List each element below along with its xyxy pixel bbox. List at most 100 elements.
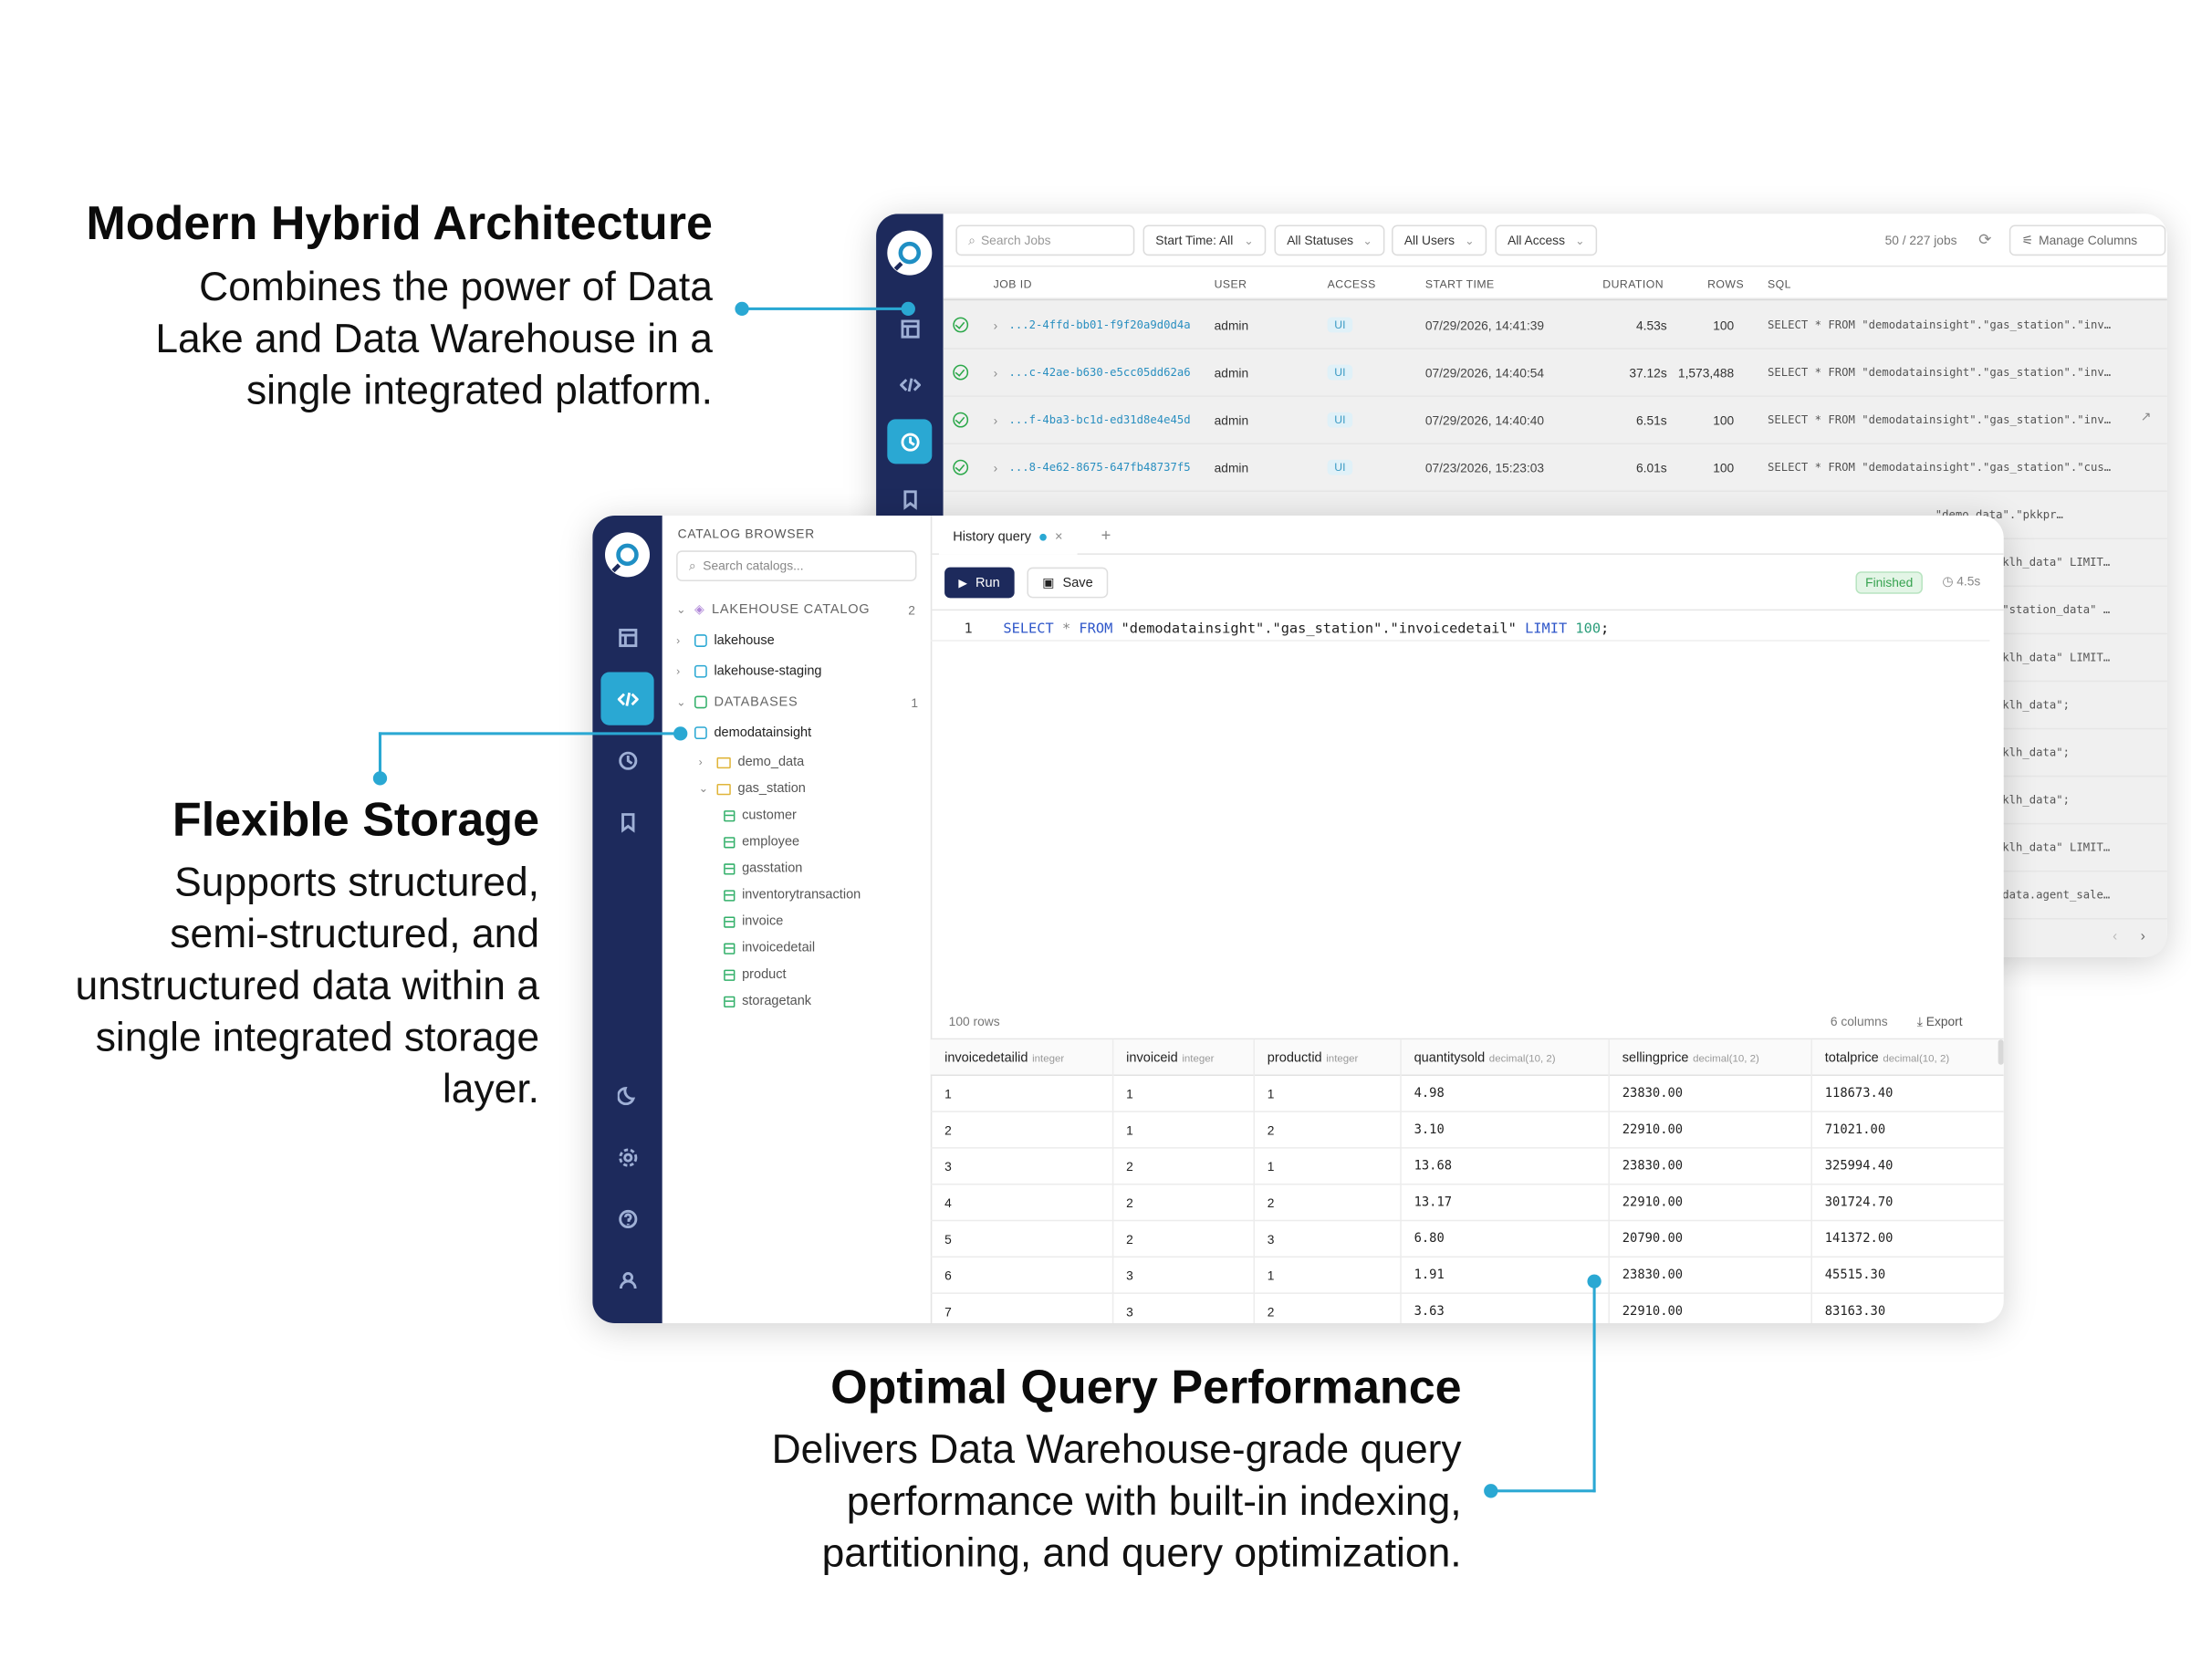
table-cell[interactable]: 71021.00 [1825, 1123, 1885, 1137]
job-id[interactable]: ...f-4ba3-bc1d-ed31d8e4e45d [1009, 413, 1191, 426]
table-cell[interactable]: 325994.40 [1825, 1160, 1894, 1174]
results-scrollbar[interactable] [1998, 1039, 2004, 1065]
table-cell[interactable]: 141372.00 [1825, 1233, 1894, 1247]
th-productid[interactable]: productid integer [1268, 1050, 1359, 1066]
logo-icon[interactable] [887, 230, 933, 276]
table-cell[interactable]: 118673.40 [1825, 1087, 1894, 1101]
table-cell[interactable]: 2 [1268, 1305, 1275, 1319]
table-cell[interactable]: 22910.00 [1622, 1305, 1683, 1319]
table-cell[interactable]: 1 [1268, 1087, 1275, 1101]
export-button[interactable]: ⤓ Export [1917, 1015, 1963, 1030]
table-row[interactable]: 5 2 3 6.80 20790.00 141372.00 [930, 1221, 2004, 1258]
table-cell[interactable]: 3 [944, 1160, 952, 1174]
tab-history-query[interactable]: History query × [938, 521, 1077, 555]
access-filter[interactable]: All Access ⌄ [1495, 224, 1598, 256]
close-icon[interactable]: × [1055, 529, 1063, 545]
table-cell[interactable]: 4.98 [1414, 1087, 1445, 1101]
tree-item-gas-station[interactable]: ⌄ gas_station [699, 781, 806, 797]
catalog-search-input[interactable]: ⌕ Search catalogs... [676, 550, 917, 581]
logo-icon[interactable] [605, 532, 651, 578]
table-cell[interactable]: 3 [1268, 1233, 1275, 1247]
status-filter[interactable]: All Statuses ⌄ [1274, 224, 1385, 256]
table-cell[interactable]: 3 [1126, 1268, 1133, 1282]
table-cell[interactable]: 3 [1126, 1305, 1133, 1319]
start-time-filter[interactable]: Start Time: All ⌄ [1142, 224, 1267, 256]
tree-item-table[interactable]: inventorytransaction [724, 887, 861, 903]
bookmark-icon[interactable] [887, 476, 932, 521]
table-cell[interactable]: 83163.30 [1825, 1305, 1885, 1319]
table-cell[interactable]: 2 [1126, 1196, 1133, 1210]
sql-editor[interactable]: 1 SELECT * FROM "demodatainsight"."gas_s… [930, 613, 1990, 642]
table-cell[interactable]: 1 [1268, 1268, 1275, 1282]
tree-item-table[interactable]: customer [724, 808, 797, 823]
add-tab-button[interactable]: + [1101, 526, 1111, 545]
manage-columns-button[interactable]: ⚟ Manage Columns [2008, 224, 2166, 256]
expand-chevron-icon[interactable]: › [994, 318, 998, 332]
job-row[interactable]: › ...f-4ba3-bc1d-ed31d8e4e45d admin UI 0… [943, 397, 2167, 444]
code-icon[interactable] [600, 672, 654, 725]
table-cell[interactable]: 2 [1268, 1196, 1275, 1210]
table-cell[interactable]: 22910.00 [1622, 1123, 1683, 1137]
bookmark-icon[interactable] [605, 799, 650, 844]
table-row[interactable]: 7 3 2 3.63 22910.00 83163.30 [931, 1294, 2004, 1323]
table-cell[interactable]: 1 [1268, 1160, 1275, 1174]
th-invoicedetailid[interactable]: invoicedetailid integer [944, 1050, 1064, 1066]
prev-page-icon[interactable]: ‹ [2113, 929, 2117, 944]
table-cell[interactable]: 2 [944, 1123, 952, 1137]
table-cell[interactable]: 3.63 [1414, 1305, 1445, 1319]
th-quantitysold[interactable]: quantitysold decimal(10, 2) [1414, 1050, 1556, 1066]
job-row[interactable]: › ...2-4ffd-bb01-f9f20a9d0d4a admin UI 0… [943, 302, 2167, 350]
tree-item-table[interactable]: employee [724, 834, 799, 850]
help-icon[interactable] [605, 1196, 650, 1241]
next-page-icon[interactable]: › [2141, 929, 2145, 944]
save-button[interactable]: ▣ Save [1027, 567, 1109, 599]
job-row[interactable]: › ...8-4e62-8675-647fb48737f5 admin UI 0… [943, 444, 2167, 492]
history-icon[interactable] [605, 737, 650, 782]
refresh-icon[interactable]: ⟳ [1978, 231, 1991, 248]
expand-chevron-icon[interactable]: › [994, 366, 998, 380]
table-cell[interactable]: 13.17 [1414, 1196, 1452, 1210]
table-cell[interactable]: 2 [1126, 1233, 1133, 1247]
th-invoiceid[interactable]: invoiceid integer [1126, 1050, 1214, 1066]
table-row[interactable]: 6 3 1 1.91 23830.00 45515.30 [930, 1257, 2004, 1294]
table-cell[interactable]: 301724.70 [1825, 1196, 1894, 1210]
job-id[interactable]: ...2-4ffd-bb01-f9f20a9d0d4a [1009, 318, 1191, 331]
tree-item-table[interactable]: invoice [724, 913, 783, 929]
run-button[interactable]: ▶ Run [944, 567, 1015, 599]
table-cell[interactable]: 4 [944, 1196, 952, 1210]
tree-item-table[interactable]: storagetank [724, 994, 811, 1009]
table-icon[interactable] [605, 615, 650, 660]
open-external-icon[interactable]: ↗ [2141, 410, 2152, 425]
tree-item-table[interactable]: product [724, 967, 787, 982]
table-row[interactable]: 4 2 2 13.17 22910.00 301724.70 [930, 1184, 2004, 1222]
tree-item-lakehouse-staging[interactable]: › lakehouse-staging [676, 663, 821, 679]
job-id[interactable]: ...8-4e62-8675-647fb48737f5 [1009, 461, 1191, 474]
table-cell[interactable]: 23830.00 [1622, 1160, 1683, 1174]
table-cell[interactable]: 45515.30 [1825, 1268, 1885, 1282]
table-row[interactable]: 2 1 2 3.10 22910.00 71021.00 [930, 1112, 2004, 1149]
table-cell[interactable]: 2 [1268, 1123, 1275, 1137]
table-cell[interactable]: 13.68 [1414, 1160, 1452, 1174]
tree-item-demo-data[interactable]: › demo_data [699, 755, 805, 770]
user-icon[interactable] [605, 1257, 650, 1302]
table-cell[interactable]: 20790.00 [1622, 1233, 1683, 1247]
table-cell[interactable]: 5 [944, 1233, 952, 1247]
tree-item-lakehouse[interactable]: › lakehouse [676, 633, 775, 649]
user-filter[interactable]: All Users ⌄ [1392, 224, 1487, 256]
job-id[interactable]: ...c-42ae-b630-e5cc05dd62a6 [1009, 366, 1191, 379]
tree-item-table[interactable]: invoicedetail [724, 940, 815, 955]
gear-icon[interactable] [605, 1134, 650, 1179]
table-cell[interactable]: 7 [944, 1305, 952, 1319]
th-totalprice[interactable]: totalprice decimal(10, 2) [1825, 1050, 1949, 1066]
tree-item-demodatainsight[interactable]: demodatainsight [694, 725, 811, 741]
table-cell[interactable]: 23830.00 [1622, 1087, 1683, 1101]
table-cell[interactable]: 1 [944, 1087, 952, 1101]
databases-section[interactable]: ⌄ DATABASES [676, 694, 798, 710]
tree-item-table[interactable]: gasstation [724, 861, 802, 876]
table-cell[interactable]: 3.10 [1414, 1123, 1445, 1137]
expand-chevron-icon[interactable]: › [994, 413, 998, 427]
moon-icon[interactable] [605, 1071, 650, 1116]
th-sellingprice[interactable]: sellingprice decimal(10, 2) [1622, 1050, 1759, 1066]
table-cell[interactable]: 22910.00 [1622, 1196, 1683, 1210]
table-row[interactable]: 3 2 1 13.68 23830.00 325994.40 [930, 1149, 2004, 1185]
